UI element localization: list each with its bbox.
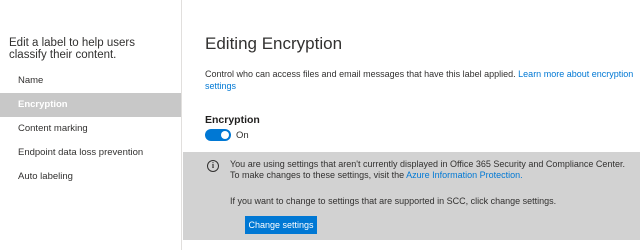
sidebar-item-endpoint-dlp[interactable]: Endpoint data loss prevention — [0, 141, 181, 165]
info-icon: i — [207, 160, 219, 172]
main-panel: Editing Encryption Control who can acces… — [183, 0, 640, 250]
change-settings-button[interactable]: Change settings — [245, 216, 317, 234]
toggle-state-label: On — [236, 130, 249, 141]
sidebar-item-auto-labeling[interactable]: Auto labeling — [0, 165, 181, 189]
sidebar-item-encryption[interactable]: Encryption — [0, 93, 181, 117]
description-text: Control who can access files and email m… — [205, 69, 519, 79]
sidebar-heading: Edit a label to help users classify thei… — [9, 37, 135, 61]
notice-text-secondary: If you want to change to settings that a… — [230, 196, 557, 206]
encryption-toggle[interactable] — [205, 129, 231, 141]
notice-text: You are using settings that aren't curre… — [230, 159, 630, 181]
encryption-section-label: Encryption — [205, 114, 260, 126]
sidebar-item-name[interactable]: Name — [0, 69, 181, 93]
page-title: Editing Encryption — [205, 34, 343, 53]
toggle-knob — [221, 131, 229, 139]
sidebar: Edit a label to help users classify thei… — [0, 0, 182, 250]
sidebar-item-content-marking[interactable]: Content marking — [0, 117, 181, 141]
info-notice: i You are using settings that aren't cur… — [183, 152, 640, 240]
azure-information-protection-link[interactable]: Azure Information Protection. — [406, 170, 523, 180]
sidebar-nav: Name Encryption Content marking Endpoint… — [0, 69, 181, 189]
page-description: Control who can access files and email m… — [205, 68, 635, 92]
